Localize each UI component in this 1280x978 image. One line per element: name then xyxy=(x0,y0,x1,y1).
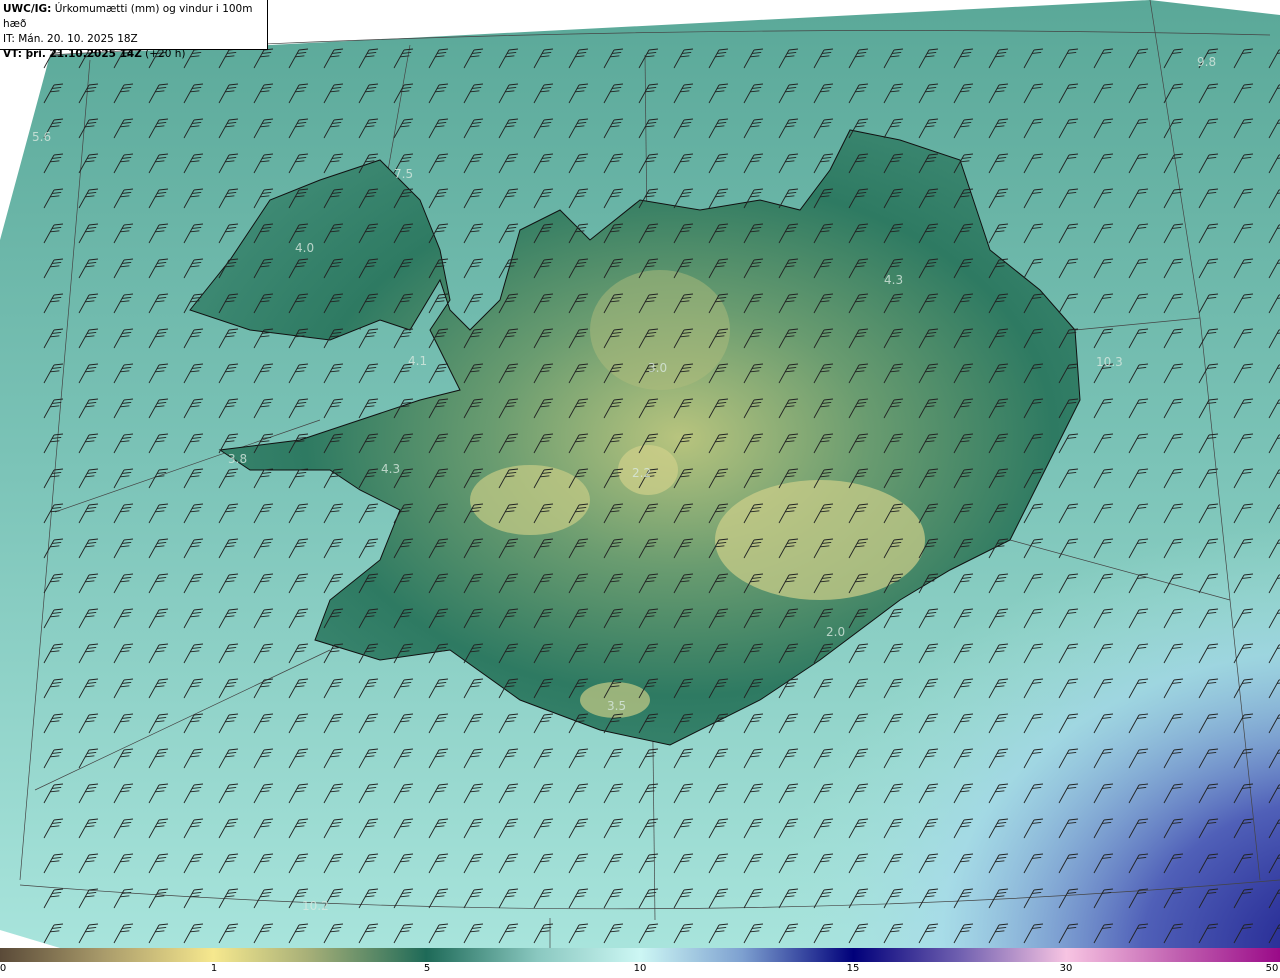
colorbar-tick: 5 xyxy=(423,963,431,974)
colorbar xyxy=(0,948,1280,962)
value-label: 9.8 xyxy=(1197,55,1216,69)
map-title-box: UWC/IG: Úrkomumætti (mm) og vindur i 100… xyxy=(0,0,268,60)
colorbar-tick: 0 xyxy=(0,963,7,974)
colorbar-tick: 10 xyxy=(633,963,647,974)
value-label: 4.3 xyxy=(884,273,903,287)
value-label: 4.0 xyxy=(295,241,314,255)
langjokull xyxy=(470,465,590,535)
value-label: 7.5 xyxy=(394,167,413,181)
colorbar-tick: 15 xyxy=(846,963,860,974)
value-label: 2.2 xyxy=(632,466,651,480)
valid-time: VT: þri. 21.10.2025 14Z xyxy=(3,48,142,60)
colorbar-tick: 30 xyxy=(1059,963,1073,974)
value-label: 10.2 xyxy=(302,899,329,913)
value-label: 3.5 xyxy=(607,699,626,713)
value-label: 4.3 xyxy=(381,462,400,476)
lead-time: (+20 h) xyxy=(145,48,186,60)
value-label: 4.1 xyxy=(408,354,427,368)
value-label: 10.3 xyxy=(1096,355,1123,369)
colorbar-labels: 0 1 5 10 15 30 50 xyxy=(0,962,1280,978)
model-name: UWC/IG: xyxy=(3,3,52,15)
value-label: 3.8 xyxy=(228,452,247,466)
colorbar-tick: 50 xyxy=(1265,963,1279,974)
value-label: 2.0 xyxy=(826,625,845,639)
initial-time: IT: Mán. 20. 10. 2025 18Z xyxy=(3,33,138,45)
value-label: 3.0 xyxy=(648,361,667,375)
precipitation-wind-map: 5.6 7.5 4.0 9.8 4.3 4.1 3.0 10.3 3.8 4.3… xyxy=(0,0,1280,948)
value-label: 5.6 xyxy=(32,130,51,144)
colorbar-tick: 1 xyxy=(210,963,218,974)
